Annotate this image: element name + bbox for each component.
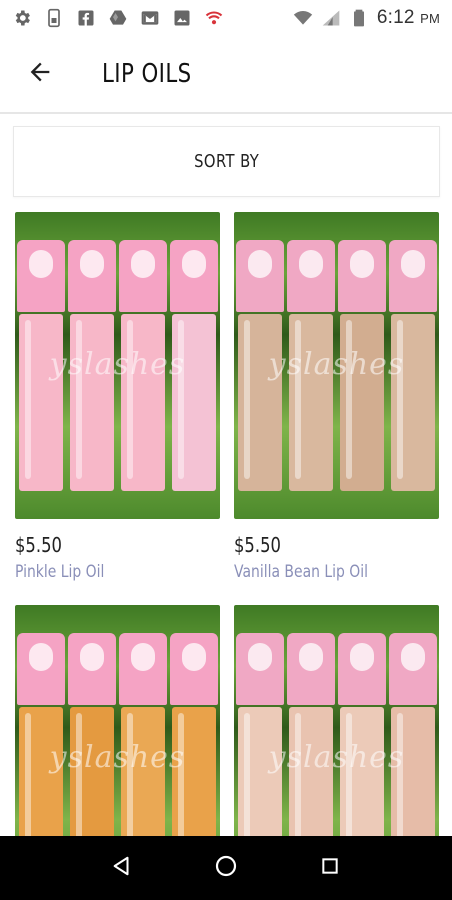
battery-icon bbox=[349, 8, 369, 28]
product-name[interactable]: Vanilla Bean Lip Oil bbox=[234, 562, 402, 582]
watermark: yslashes bbox=[49, 347, 186, 383]
watermark: yslashes bbox=[268, 347, 405, 383]
product-price: $5.50 bbox=[15, 533, 62, 557]
system-status: 6:12 PM bbox=[293, 7, 440, 29]
product-name[interactable]: Pinkle Lip Oil bbox=[15, 562, 183, 582]
arrow-left-icon bbox=[26, 58, 54, 91]
watermark: yslashes bbox=[268, 740, 405, 776]
product-price: $5.50 bbox=[234, 533, 281, 557]
product-card[interactable]: yslashes $5.50 Pinkle Lip Oil bbox=[15, 212, 220, 582]
product-image[interactable]: yslashes bbox=[15, 212, 220, 519]
status-bar: 6:12 PM bbox=[0, 0, 452, 36]
sim-icon bbox=[44, 8, 64, 28]
wifi-icon bbox=[293, 8, 313, 28]
app-bar: LIP OILS bbox=[0, 36, 452, 114]
nav-recents-button[interactable] bbox=[310, 848, 350, 888]
sort-by-button[interactable]: SORT BY bbox=[13, 126, 440, 197]
gear-icon bbox=[12, 8, 32, 28]
sort-by-label: SORT BY bbox=[193, 151, 260, 172]
wifi-alert-icon bbox=[204, 8, 224, 28]
page-title: LIP OILS bbox=[102, 59, 192, 89]
home-circle-icon bbox=[214, 854, 238, 883]
gmail-icon bbox=[140, 8, 160, 28]
facebook-icon bbox=[76, 8, 96, 28]
photos-icon bbox=[172, 8, 192, 28]
nav-home-button[interactable] bbox=[206, 848, 246, 888]
back-button[interactable] bbox=[20, 54, 60, 94]
drive-icon bbox=[108, 8, 128, 28]
product-image[interactable]: yslashes bbox=[234, 212, 439, 519]
navigation-bar bbox=[0, 836, 452, 900]
notification-icons bbox=[12, 8, 224, 28]
watermark: yslashes bbox=[49, 740, 186, 776]
clock: 6:12 PM bbox=[376, 7, 440, 28]
product-card[interactable]: yslashes $5.50 Vanilla Bean Lip Oil bbox=[234, 212, 439, 582]
recents-square-icon bbox=[320, 856, 340, 881]
signal-icon bbox=[321, 8, 341, 28]
back-triangle-icon bbox=[111, 855, 133, 882]
nav-back-button[interactable] bbox=[102, 848, 142, 888]
